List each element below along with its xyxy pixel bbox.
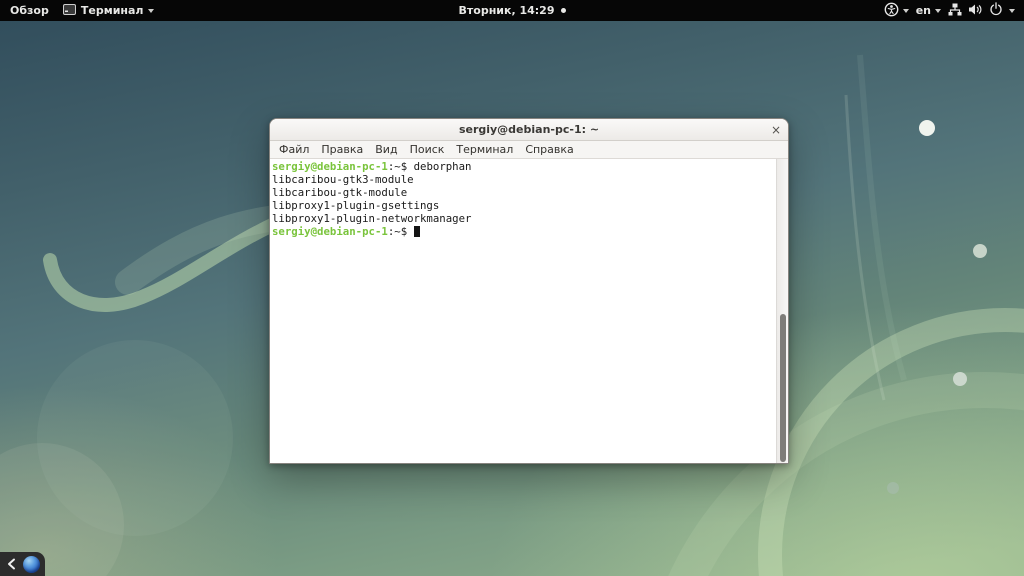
app-menu-label: Терминал — [81, 4, 144, 17]
activities-button[interactable]: Обзор — [10, 4, 49, 17]
app-menu-button[interactable]: Терминал — [63, 4, 155, 18]
network-wired-icon — [948, 3, 962, 19]
wallpaper-ring — [770, 320, 1024, 576]
volume-icon — [968, 3, 983, 19]
desktop: Обзор Терминал Вторник, 14:29 — [0, 0, 1024, 576]
chevron-down-icon — [1009, 9, 1015, 13]
prompt-line: sergiy@debian-pc-1:~$ — [272, 226, 774, 239]
prompt-suffix: :~$ — [388, 160, 414, 173]
menu-view[interactable]: Вид — [369, 143, 403, 156]
scrollbar-thumb[interactable] — [780, 314, 786, 462]
menu-edit[interactable]: Правка — [315, 143, 369, 156]
close-button[interactable]: × — [771, 119, 781, 140]
command-text: deborphan — [414, 160, 472, 173]
prompt-suffix: :~$ — [388, 225, 414, 238]
chevron-down-icon — [935, 9, 941, 13]
keyboard-layout-button[interactable]: en — [916, 4, 941, 17]
scrollbar-track[interactable] — [776, 159, 788, 463]
top-bar: Обзор Терминал Вторник, 14:29 — [0, 0, 1024, 21]
dock-app-icon[interactable] — [23, 556, 40, 573]
clock-button[interactable]: Вторник, 14:29 — [459, 4, 566, 17]
output-line: libcaribou-gtk3-module — [272, 174, 774, 187]
wallpaper-dot — [919, 120, 935, 136]
menu-bar: Файл Правка Вид Поиск Терминал Справка — [270, 141, 788, 159]
terminal-window: sergiy@debian-pc-1: ~ × Файл Правка Вид … — [269, 118, 789, 464]
wallpaper-streak — [846, 95, 884, 400]
menu-file[interactable]: Файл — [273, 143, 315, 156]
chevron-left-icon[interactable] — [7, 555, 16, 574]
prompt-user-host: sergiy@debian-pc-1 — [272, 160, 388, 173]
wallpaper-dot — [973, 244, 987, 258]
chevron-down-icon — [148, 9, 154, 13]
power-icon — [989, 2, 1003, 19]
system-menu-button[interactable] — [948, 2, 1015, 19]
wallpaper-disc — [37, 340, 233, 536]
notification-dot-icon — [561, 8, 566, 13]
output-line: libcaribou-gtk-module — [272, 187, 774, 200]
prompt-user-host: sergiy@debian-pc-1 — [272, 225, 388, 238]
wallpaper-dot — [887, 482, 899, 494]
chevron-down-icon — [903, 9, 909, 13]
clock-label: Вторник, 14:29 — [459, 4, 555, 17]
menu-search[interactable]: Поиск — [404, 143, 451, 156]
window-titlebar[interactable]: sergiy@debian-pc-1: ~ × — [270, 119, 788, 141]
menu-terminal[interactable]: Терминал — [450, 143, 519, 156]
wallpaper-streak — [860, 55, 904, 380]
terminal-cursor — [414, 226, 421, 237]
keyboard-layout-label: en — [916, 4, 931, 17]
terminal-content[interactable]: sergiy@debian-pc-1:~$ deborphan libcarib… — [270, 159, 788, 463]
accessibility-icon — [884, 2, 899, 20]
terminal-app-icon — [63, 4, 76, 18]
dock-corner-panel — [0, 552, 45, 576]
window-title: sergiy@debian-pc-1: ~ — [459, 123, 599, 136]
output-line: libproxy1-plugin-gsettings — [272, 200, 774, 213]
wallpaper-ribbon — [50, 216, 292, 305]
prompt-line: sergiy@debian-pc-1:~$ deborphan — [272, 161, 774, 174]
wallpaper-dot — [953, 372, 967, 386]
menu-help[interactable]: Справка — [519, 143, 579, 156]
accessibility-menu-button[interactable] — [884, 2, 909, 20]
